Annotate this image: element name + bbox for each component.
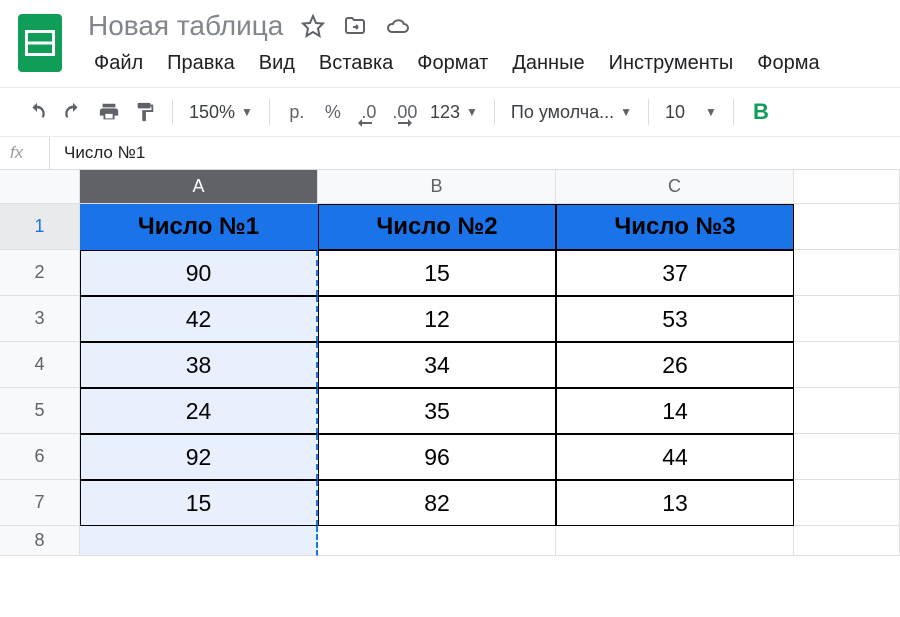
cell-B5[interactable]: 35 [318, 388, 556, 434]
menu-edit[interactable]: Правка [157, 48, 245, 79]
cell-A7[interactable]: 15 [80, 480, 318, 526]
font-size-select[interactable]: 10 ▼ [661, 102, 721, 123]
row-header-2[interactable]: 2 [0, 250, 80, 296]
cell-D7[interactable] [794, 480, 900, 526]
formula-bar: fx Число №1 [0, 137, 900, 170]
cell-C2[interactable]: 37 [556, 250, 794, 296]
font-select[interactable]: По умолча... ▼ [507, 102, 636, 123]
cell-C4[interactable]: 26 [556, 342, 794, 388]
cell-B8[interactable] [318, 526, 556, 556]
column-header-blank[interactable] [794, 170, 900, 204]
cell-C5[interactable]: 14 [556, 388, 794, 434]
cell-D8[interactable] [794, 526, 900, 556]
dropdown-icon: ▼ [241, 105, 253, 119]
cell-C8[interactable] [556, 526, 794, 556]
print-icon[interactable] [94, 97, 124, 127]
cell-D6[interactable] [794, 434, 900, 480]
cloud-status-icon[interactable] [385, 14, 411, 38]
move-folder-icon[interactable] [343, 14, 367, 38]
cell-D3[interactable] [794, 296, 900, 342]
format-currency[interactable]: р. [282, 97, 312, 127]
cell-B6[interactable]: 96 [318, 434, 556, 480]
paint-format-icon[interactable] [130, 97, 160, 127]
separator [269, 99, 270, 125]
row-header-7[interactable]: 7 [0, 480, 80, 526]
menu-file[interactable]: Файл [84, 48, 153, 79]
row-header-3[interactable]: 3 [0, 296, 80, 342]
row-header-5[interactable]: 5 [0, 388, 80, 434]
zoom-value: 150% [189, 102, 235, 123]
row-header-6[interactable]: 6 [0, 434, 80, 480]
document-title[interactable]: Новая таблица [88, 10, 283, 42]
title-area: Новая таблица Файл Правка Вид Вставка Фо… [76, 8, 890, 79]
cell-A3[interactable]: 42 [80, 296, 318, 342]
number-format-select[interactable]: 123 ▼ [426, 102, 482, 123]
cell-C6[interactable]: 44 [556, 434, 794, 480]
row-header-4[interactable]: 4 [0, 342, 80, 388]
menu-format[interactable]: Формат [407, 48, 498, 79]
cell-A8[interactable] [80, 526, 318, 556]
star-icon[interactable] [301, 14, 325, 38]
undo-icon[interactable] [22, 97, 52, 127]
cell-B7[interactable]: 82 [318, 480, 556, 526]
menu-insert[interactable]: Вставка [309, 48, 403, 79]
cell-B1[interactable]: Число №2 [318, 204, 556, 250]
title-row: Новая таблица [76, 8, 890, 48]
formula-input[interactable]: Число №1 [50, 143, 145, 163]
format-percent[interactable]: % [318, 97, 348, 127]
cell-C1[interactable]: Число №3 [556, 204, 794, 250]
increase-decimal-icon[interactable]: .00 [390, 97, 420, 127]
column-header-B[interactable]: B [318, 170, 556, 204]
decrease-decimal-icon[interactable]: .0 [354, 97, 384, 127]
separator [733, 99, 734, 125]
separator [494, 99, 495, 125]
cell-A6[interactable]: 92 [80, 434, 318, 480]
cell-D4[interactable] [794, 342, 900, 388]
cell-B4[interactable]: 34 [318, 342, 556, 388]
column-header-A[interactable]: A [80, 170, 318, 204]
fx-label: fx [0, 137, 50, 169]
sheets-logo-icon [18, 14, 62, 72]
cell-B2[interactable]: 15 [318, 250, 556, 296]
menubar: Файл Правка Вид Вставка Формат Данные Ин… [76, 48, 890, 79]
menu-tools[interactable]: Инструменты [599, 48, 744, 79]
cell-C3[interactable]: 53 [556, 296, 794, 342]
cell-D2[interactable] [794, 250, 900, 296]
cell-A4[interactable]: 38 [80, 342, 318, 388]
cell-D5[interactable] [794, 388, 900, 434]
zoom-select[interactable]: 150% ▼ [185, 102, 257, 123]
dropdown-icon: ▼ [466, 105, 478, 119]
cell-D1[interactable] [794, 204, 900, 250]
spreadsheet-grid: A B C 1 Число №1 Число №2 Число №3 2 90 … [0, 170, 900, 556]
row-header-1[interactable]: 1 [0, 204, 80, 250]
cell-C7[interactable]: 13 [556, 480, 794, 526]
bold-button[interactable]: B [746, 97, 776, 127]
dropdown-icon: ▼ [705, 105, 717, 119]
row-header-8[interactable]: 8 [0, 526, 80, 556]
titlebar: Новая таблица Файл Правка Вид Вставка Фо… [0, 0, 900, 79]
toolbar: 150% ▼ р. % .0 .00 123 ▼ По умолча... ▼ … [0, 87, 900, 137]
menu-view[interactable]: Вид [249, 48, 305, 79]
dropdown-icon: ▼ [620, 105, 632, 119]
separator [172, 99, 173, 125]
select-all-corner[interactable] [0, 170, 80, 204]
cell-A2[interactable]: 90 [80, 250, 318, 296]
cell-A1[interactable]: Число №1 [80, 204, 318, 250]
separator [648, 99, 649, 125]
menu-form[interactable]: Форма [747, 48, 829, 79]
cell-B3[interactable]: 12 [318, 296, 556, 342]
column-header-C[interactable]: C [556, 170, 794, 204]
cell-A5[interactable]: 24 [80, 388, 318, 434]
redo-icon[interactable] [58, 97, 88, 127]
menu-data[interactable]: Данные [502, 48, 594, 79]
